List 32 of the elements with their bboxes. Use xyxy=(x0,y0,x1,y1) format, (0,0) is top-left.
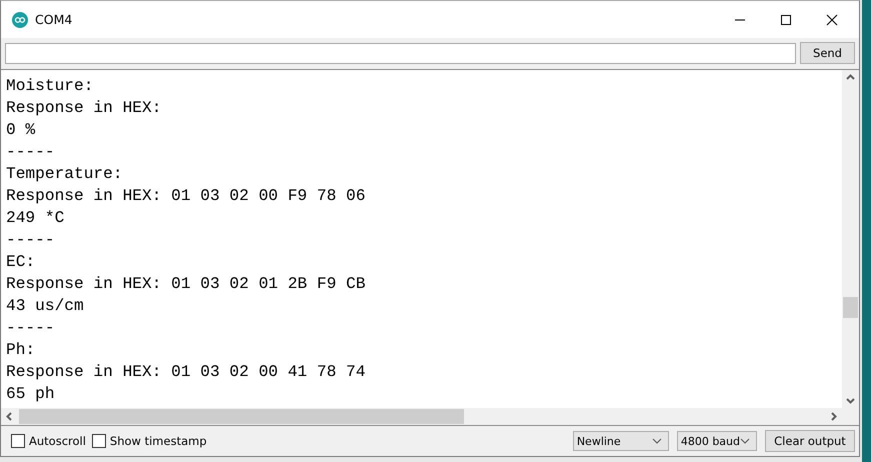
output-line: Response in HEX: xyxy=(6,98,162,119)
line-ending-dropdown[interactable]: Newline xyxy=(572,431,669,451)
output-line: 0 % xyxy=(6,120,36,141)
output-line: ----- xyxy=(6,230,56,251)
app-logo-icon xyxy=(12,12,28,28)
checkbox[interactable] xyxy=(92,434,106,448)
message-input-field[interactable] xyxy=(5,42,796,64)
close-icon xyxy=(826,14,838,26)
window-title: COM4 xyxy=(35,12,72,27)
output-line: EC: xyxy=(6,252,36,273)
checkbox-label: Show timestamp xyxy=(110,434,207,448)
output-line: 249 *C xyxy=(6,208,66,229)
output-line: Moisture: xyxy=(6,76,94,97)
output-line: 65 ph xyxy=(6,384,56,405)
output-line: Response in HEX: 01 03 02 01 2B F9 CB xyxy=(6,274,366,295)
baud-rate-dropdown[interactable]: 4800 baud xyxy=(676,431,757,451)
checkbox[interactable] xyxy=(11,434,25,448)
caret-down-icon xyxy=(740,438,750,444)
output-line: ----- xyxy=(6,318,56,339)
scrollbar-thumb[interactable] xyxy=(19,409,464,424)
output-line: Response in HEX: 01 03 02 00 F9 78 06 xyxy=(6,186,366,207)
scrollbar-thumb[interactable] xyxy=(843,297,858,318)
checkbox-label: Autoscroll xyxy=(29,434,86,448)
output-line: Temperature: xyxy=(6,164,124,185)
output-line: ----- xyxy=(6,142,56,163)
maximize-icon xyxy=(780,14,792,26)
output-line: Response in HEX: 01 03 02 00 41 78 74 xyxy=(6,362,366,383)
send-button[interactable]: Send xyxy=(800,42,855,64)
output-line: Ph: xyxy=(6,340,36,361)
clear-output-button[interactable]: Clear output xyxy=(765,430,855,452)
caret-down-icon xyxy=(652,438,662,444)
output-line: 43 us/cm xyxy=(6,296,85,317)
